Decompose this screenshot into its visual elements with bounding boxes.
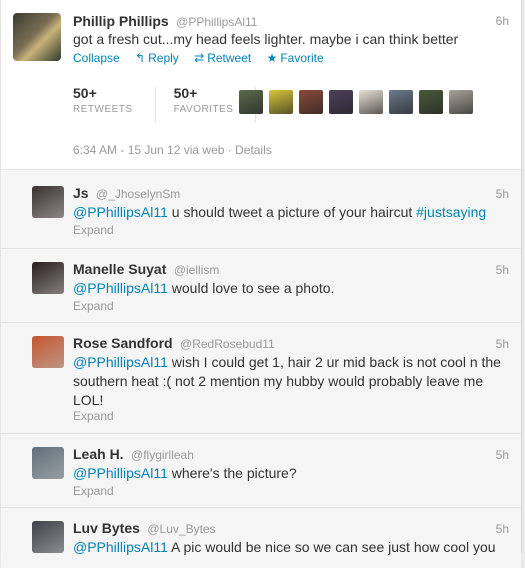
retweets-label: RETWEETS <box>73 104 133 115</box>
author-fullname[interactable]: Phillip Phillips <box>73 13 169 29</box>
reply-tweet[interactable]: Leah H. @flygirlleah 5h @PPhillipsAl11 w… <box>1 434 521 508</box>
collapse-button[interactable]: Collapse <box>73 51 120 65</box>
tweet-text: @PPhillipsAl11 A pic would be nice so we… <box>73 538 496 557</box>
author-fullname[interactable]: Manelle Suyat <box>73 261 166 277</box>
tweet-timestamp[interactable]: 5h <box>496 263 509 277</box>
avatar[interactable] <box>32 262 64 294</box>
reply-button[interactable]: ↰ Reply <box>135 51 179 65</box>
favoriter-avatar[interactable] <box>449 90 473 114</box>
tweet-text: @PPhillipsAl11 u should tweet a picture … <box>73 203 486 222</box>
tweet-text-line: u should tweet a picture of your haircut <box>167 204 417 220</box>
reply-tweet[interactable]: Luv Bytes @Luv_Bytes 5h @PPhillipsAl11 A… <box>1 508 521 568</box>
favoriter-avatar[interactable] <box>359 90 383 114</box>
author-screenname[interactable]: @iellism <box>174 263 220 277</box>
tweet-text: got a fresh cut...my head feels lighter.… <box>73 31 459 47</box>
details-link[interactable]: Details <box>235 143 272 157</box>
retweet-label: Retweet <box>207 51 252 65</box>
author-screenname[interactable]: @Luv_Bytes <box>147 522 215 536</box>
tweet-timestamp[interactable]: 5h <box>496 448 509 462</box>
favoriter-avatar[interactable] <box>419 90 443 114</box>
tweet-text-line: southern heat :( not 2 mention my hubby … <box>73 373 484 389</box>
mention-link[interactable]: @PPhillipsAl11 <box>73 204 168 220</box>
tweet-header: Rose Sandford @RedRosebud11 <box>73 335 275 353</box>
author-screenname[interactable]: @RedRosebud11 <box>180 337 275 351</box>
tweet-header: Phillip Phillips @PPhillipsAl11 <box>73 13 257 31</box>
author-fullname[interactable]: Luv Bytes <box>73 520 140 536</box>
replies-list: Js @_JhoselynSm 5h @PPhillipsAl11 u shou… <box>1 173 521 568</box>
author-screenname[interactable]: @_JhoselynSm <box>96 187 180 201</box>
tweet-actions: Collapse ↰ Reply ⇄ Retweet ★ Favorite <box>73 51 336 65</box>
tweet-text-line: wish I could get 1, hair 2 ur mid back i… <box>167 354 501 370</box>
author-fullname[interactable]: Leah H. <box>73 446 124 462</box>
favorites-stat[interactable]: 50+ FAVORITES <box>174 85 234 123</box>
avatar[interactable] <box>32 521 64 553</box>
tweet-timestamp[interactable]: 5h <box>496 522 509 536</box>
favoriter-avatar[interactable] <box>329 90 353 114</box>
reply-tweet[interactable]: Manelle Suyat @iellism 5h @PPhillipsAl11… <box>1 249 521 323</box>
reply-icon: ↰ <box>135 51 146 65</box>
tweet-header: Leah H. @flygirlleah <box>73 446 194 464</box>
favoriter-avatar[interactable] <box>389 90 413 114</box>
favorite-button[interactable]: ★ Favorite <box>267 51 324 65</box>
favorites-count: 50+ <box>173 85 198 101</box>
retweets-stat[interactable]: 50+ RETWEETS <box>73 85 133 123</box>
hashtag-link[interactable]: #justsaying <box>416 204 486 220</box>
avatar[interactable] <box>32 186 64 218</box>
stat-divider <box>154 87 156 123</box>
tweet-header: Js @_JhoselynSm <box>73 185 180 203</box>
expand-link[interactable]: Expand <box>73 484 114 498</box>
mention-link[interactable]: @PPhillipsAl11 <box>73 465 168 481</box>
tweet-header: Manelle Suyat @iellism <box>73 261 219 279</box>
expand-link[interactable]: Expand <box>73 299 114 313</box>
expand-link[interactable]: Expand <box>73 223 114 237</box>
tweet-header: Luv Bytes @Luv_Bytes <box>73 520 216 538</box>
favorites-label: FAVORITES <box>173 104 234 115</box>
author-fullname[interactable]: Rose Sandford <box>73 335 173 351</box>
avatar[interactable] <box>32 336 64 368</box>
collapse-label: Collapse <box>73 51 120 65</box>
favoriter-avatar[interactable] <box>239 90 263 114</box>
tweet-datetime[interactable]: 6:34 AM - 15 Jun 12 via web <box>73 143 224 157</box>
avatar[interactable] <box>32 447 64 479</box>
tweet-timestamp[interactable]: 5h <box>496 337 509 351</box>
tweet-timestamp[interactable]: 6h <box>496 14 509 28</box>
tweet-text-line: LOL! <box>73 392 104 408</box>
favorite-label: Favorite <box>280 51 324 65</box>
expand-link[interactable]: Expand <box>73 409 114 423</box>
mention-link[interactable]: @PPhillipsAl11 <box>73 354 168 370</box>
retweets-count: 50+ <box>73 85 97 101</box>
tweet-timestamp[interactable]: 5h <box>496 187 509 201</box>
main-tweet[interactable]: Phillip Phillips @PPhillipsAl11 6h got a… <box>1 0 521 170</box>
reply-label: Reply <box>148 51 179 65</box>
star-icon: ★ <box>266 51 278 65</box>
tweet-text-line: where's the picture? <box>167 465 297 481</box>
tweet-text-line: would love to see a photo. <box>167 280 335 296</box>
reply-tweet[interactable]: Js @_JhoselynSm 5h @PPhillipsAl11 u shou… <box>1 173 521 249</box>
favoriters-avatars <box>239 90 473 114</box>
author-screenname[interactable]: @PPhillipsAl11 <box>176 15 257 29</box>
tweet-text: @PPhillipsAl11 wish I could get 1, hair … <box>73 353 501 410</box>
tweet-details: 6:34 AM - 15 Jun 12 via web · Details <box>73 143 272 157</box>
tweet-conversation: Phillip Phillips @PPhillipsAl11 6h got a… <box>0 0 522 568</box>
reply-tweet[interactable]: Rose Sandford @RedRosebud11 5h @PPhillip… <box>1 323 521 434</box>
favoriter-avatar[interactable] <box>299 90 323 114</box>
retweet-button[interactable]: ⇄ Retweet <box>194 51 251 65</box>
author-fullname[interactable]: Js <box>73 185 89 201</box>
tweet-text: @PPhillipsAl11 would love to see a photo… <box>73 279 334 298</box>
tweet-text: @PPhillipsAl11 where's the picture? <box>73 464 297 483</box>
author-screenname[interactable]: @flygirlleah <box>131 448 194 462</box>
mention-link[interactable]: @PPhillipsAl11 <box>73 280 168 296</box>
avatar[interactable] <box>13 13 61 61</box>
favoriter-avatar[interactable] <box>269 90 293 114</box>
retweet-icon: ⇄ <box>194 51 205 65</box>
